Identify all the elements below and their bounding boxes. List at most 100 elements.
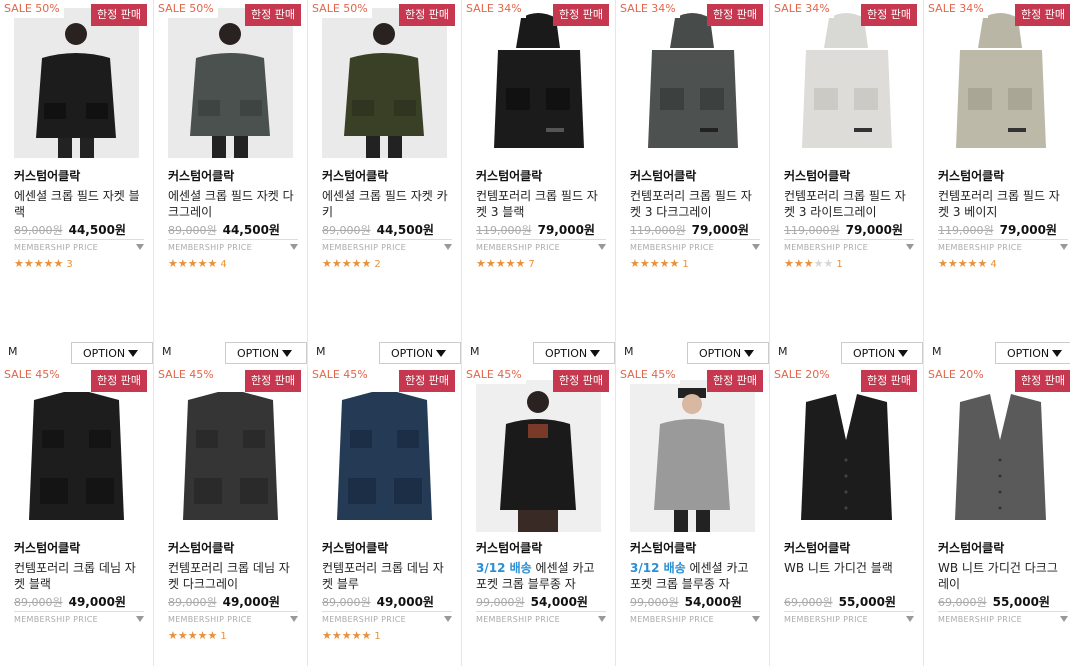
brand-name: 커스텀어클락 <box>14 541 81 555</box>
product-card[interactable]: SALE 50% 한정 판매 커스텀어클락 에센셜 크롭 필드 자켓 다크그레이… <box>154 0 308 366</box>
brand-name: 커스텀어클락 <box>168 541 235 555</box>
sale-price: 49,000원 <box>222 595 280 609</box>
rating: ★★★★★ 1 <box>784 257 843 270</box>
product-image[interactable] <box>476 8 601 158</box>
brand-name: 커스텀어클락 <box>784 169 851 183</box>
product-card[interactable]: SALE 45% 한정 판매 커스텀어클락 컨템포러리 크롭 데님 자켓 다크그… <box>154 366 308 666</box>
membership-price-label: MEMBERSHIP PRICE <box>784 615 868 624</box>
price-group: 89,000원 49,000원 <box>322 593 434 610</box>
limited-badge: 한정 판매 <box>707 370 763 392</box>
product-image[interactable] <box>938 8 1063 158</box>
product-card[interactable]: SALE 20% 한정 판매 커스텀어클락 WB 니트 가디건 블랙 69,00… <box>770 366 924 666</box>
sale-badge: SALE 50% <box>0 0 64 18</box>
membership-price-toggle[interactable]: MEMBERSHIP PRICE <box>476 239 606 252</box>
membership-price-toggle[interactable]: MEMBERSHIP PRICE <box>630 239 760 252</box>
membership-price-toggle[interactable]: MEMBERSHIP PRICE <box>168 611 298 624</box>
option-select[interactable]: OPTION <box>995 342 1070 364</box>
caret-down-icon <box>1060 244 1068 250</box>
caret-down-icon <box>444 244 452 250</box>
product-name[interactable]: 컨템포러리 크롭 필드 자켓 3 베이지 <box>938 188 1068 220</box>
product-card[interactable]: SALE 34% 한정 판매 커스텀어클락 컨템포러리 크롭 필드 자켓 3 베… <box>924 0 1070 366</box>
option-select[interactable]: OPTION <box>379 342 461 364</box>
product-card[interactable]: SALE 45% 한정 판매 커스텀어클락 3/12 배송 에센셜 카고 포켓 … <box>616 366 770 666</box>
review-count: 1 <box>682 259 689 270</box>
product-card[interactable]: SALE 45% 한정 판매 커스텀어클락 3/12 배송 에센셜 카고 포켓 … <box>462 366 616 666</box>
delivery-date: 3/12 배송 <box>476 561 532 575</box>
product-name[interactable]: 컨템포러리 크롭 데님 자켓 블랙 <box>14 560 144 592</box>
review-count: 4 <box>220 259 227 270</box>
product-image[interactable] <box>630 380 755 532</box>
star-icons: ★★★★★ <box>322 629 372 642</box>
membership-price-toggle[interactable]: MEMBERSHIP PRICE <box>784 239 914 252</box>
product-image[interactable] <box>784 380 909 532</box>
membership-price-label: MEMBERSHIP PRICE <box>14 615 98 624</box>
product-card[interactable]: SALE 34% 한정 판매 커스텀어클락 컨템포러리 크롭 필드 자켓 3 라… <box>770 0 924 366</box>
product-name[interactable]: WB 니트 가디건 다크그레이 <box>938 560 1068 592</box>
product-name[interactable]: 에센셜 크롭 필드 자켓 카키 <box>322 188 452 220</box>
membership-price-toggle[interactable]: MEMBERSHIP PRICE <box>322 239 452 252</box>
option-select[interactable]: OPTION <box>225 342 307 364</box>
brand-name: 커스텀어클락 <box>476 169 543 183</box>
membership-price-toggle[interactable]: MEMBERSHIP PRICE <box>938 239 1068 252</box>
option-label: OPTION <box>699 347 742 360</box>
product-image[interactable] <box>322 8 447 158</box>
triangle-down-icon <box>744 350 755 357</box>
review-count: 1 <box>220 631 227 642</box>
product-name-text: 컨템포러리 크롭 필드 자켓 3 블랙 <box>476 189 598 219</box>
membership-price-toggle[interactable]: MEMBERSHIP PRICE <box>784 611 914 624</box>
option-select[interactable]: OPTION <box>841 342 923 364</box>
price-group: 119,000원 79,000원 <box>938 221 1057 238</box>
triangle-down-icon <box>282 350 293 357</box>
star-icons: ★★★★★ <box>938 257 988 270</box>
product-image[interactable] <box>168 380 293 532</box>
product-name[interactable]: 컨템포러리 크롭 필드 자켓 3 라이트그레이 <box>784 188 914 220</box>
membership-price-toggle[interactable]: MEMBERSHIP PRICE <box>14 611 144 624</box>
membership-price-toggle[interactable]: MEMBERSHIP PRICE <box>322 611 452 624</box>
product-name[interactable]: 컨템포러리 크롭 필드 자켓 3 다크그레이 <box>630 188 760 220</box>
product-card[interactable]: SALE 34% 한정 판매 커스텀어클락 컨템포러리 크롭 필드 자켓 3 블… <box>462 0 616 366</box>
product-card[interactable]: SALE 50% 한정 판매 커스텀어클락 에센셜 크롭 필드 자켓 카키 89… <box>308 0 462 366</box>
product-name-text: 에센셜 크롭 필드 자켓 다크그레이 <box>168 189 294 219</box>
product-name[interactable]: 에센셜 크롭 필드 자켓 다크그레이 <box>168 188 298 220</box>
option-select[interactable]: OPTION <box>687 342 769 364</box>
membership-price-toggle[interactable]: MEMBERSHIP PRICE <box>14 239 144 252</box>
product-image[interactable] <box>14 380 139 532</box>
brand-name: 커스텀어클락 <box>784 541 851 555</box>
brand-name: 커스텀어클락 <box>630 541 697 555</box>
product-image[interactable] <box>784 8 909 158</box>
product-image[interactable] <box>322 380 447 532</box>
sale-badge: SALE 45% <box>0 366 64 384</box>
product-name[interactable]: 컨템포러리 크롭 필드 자켓 3 블랙 <box>476 188 606 220</box>
star-icons: ★★★ <box>784 257 814 270</box>
caret-down-icon <box>752 616 760 622</box>
membership-price-label: MEMBERSHIP PRICE <box>476 615 560 624</box>
product-name[interactable]: 3/12 배송 에센셜 카고 포켓 크롭 블루종 자 <box>476 560 606 592</box>
product-name[interactable]: 3/12 배송 에센셜 카고 포켓 크롭 블루종 자 <box>630 560 760 592</box>
product-name[interactable]: 컨템포러리 크롭 데님 자켓 블루 <box>322 560 452 592</box>
membership-price-toggle[interactable]: MEMBERSHIP PRICE <box>168 239 298 252</box>
caret-down-icon <box>598 616 606 622</box>
product-name[interactable]: WB 니트 가디건 블랙 <box>784 560 914 576</box>
option-select[interactable]: OPTION <box>533 342 615 364</box>
product-name[interactable]: 에센셜 크롭 필드 자켓 블랙 <box>14 188 144 220</box>
membership-price-toggle[interactable]: MEMBERSHIP PRICE <box>938 611 1068 624</box>
product-card[interactable]: SALE 20% 한정 판매 커스텀어클락 WB 니트 가디건 다크그레이 69… <box>924 366 1070 666</box>
option-label: OPTION <box>853 347 896 360</box>
price-group: 89,000원 49,000원 <box>168 593 280 610</box>
product-image[interactable] <box>476 380 601 532</box>
membership-price-toggle[interactable]: MEMBERSHIP PRICE <box>476 611 606 624</box>
original-price: 69,000원 <box>938 596 987 609</box>
product-image[interactable] <box>168 8 293 158</box>
product-image[interactable] <box>14 8 139 158</box>
option-select[interactable]: OPTION <box>71 342 153 364</box>
rating: ★★★★★ 1 <box>630 257 689 270</box>
product-image[interactable] <box>938 380 1063 532</box>
product-card[interactable]: SALE 34% 한정 판매 커스텀어클락 컨템포러리 크롭 필드 자켓 3 다… <box>616 0 770 366</box>
product-name-text: WB 니트 가디건 다크그레이 <box>938 561 1058 591</box>
product-card[interactable]: SALE 45% 한정 판매 커스텀어클락 컨템포러리 크롭 데님 자켓 블랙 … <box>0 366 154 666</box>
product-image[interactable] <box>630 8 755 158</box>
product-card[interactable]: SALE 50% 한정 판매 커스텀어클락 에센셜 크롭 필드 자켓 블랙 89… <box>0 0 154 366</box>
membership-price-toggle[interactable]: MEMBERSHIP PRICE <box>630 611 760 624</box>
product-name[interactable]: 컨템포러리 크롭 데님 자켓 다크그레이 <box>168 560 298 592</box>
product-card[interactable]: SALE 45% 한정 판매 커스텀어클락 컨템포러리 크롭 데님 자켓 블루 … <box>308 366 462 666</box>
